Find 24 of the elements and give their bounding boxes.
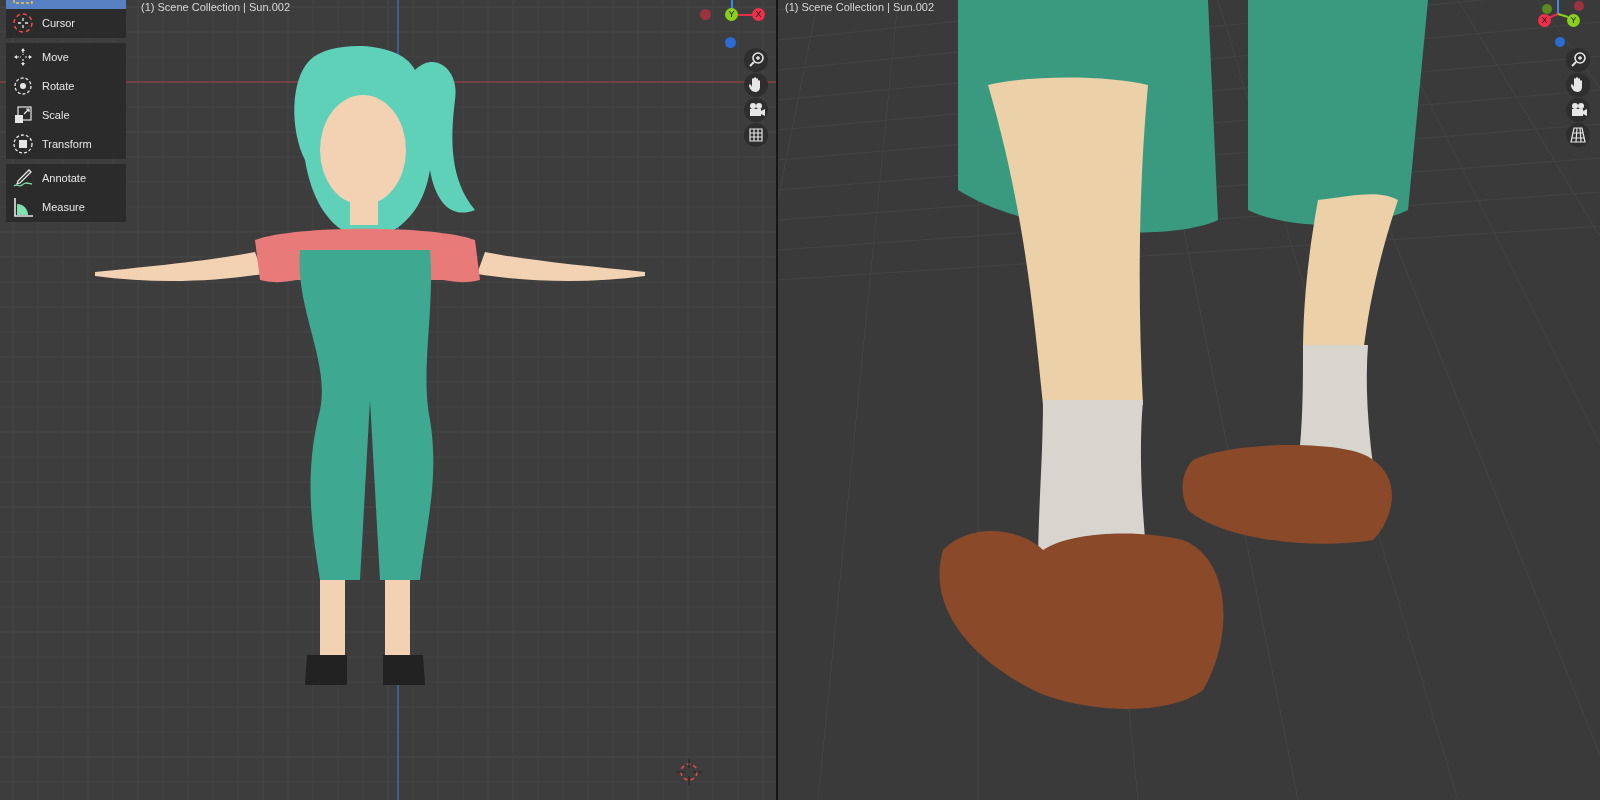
scale-squares-icon	[12, 104, 34, 126]
viewport[interactable]: (1) Scene Collection | Sun.002 Cursor Move Rotate Scale Transform Annotate Measure Y X	[0, 0, 776, 800]
ruler-protractor-icon	[12, 196, 34, 218]
x-axis-handle[interactable]: X	[752, 8, 765, 21]
viewport-header-text: (1) Scene Collection | Sun.002	[141, 0, 290, 14]
axis-lines-icon	[731, 0, 753, 17]
grid-icon[interactable]	[744, 123, 768, 147]
viewport[interactable]: (1) Scene Collection | Sun.002 X Y	[778, 0, 1600, 800]
rotate-arrows-icon	[12, 75, 34, 97]
pencil-squiggle-icon	[12, 167, 34, 189]
hand-icon[interactable]	[1566, 73, 1590, 97]
y-axis-handle[interactable]: Y	[725, 8, 738, 21]
four-arrows-icon	[12, 46, 34, 68]
x-axis-handle[interactable]: X	[1538, 14, 1551, 27]
hand-icon[interactable]	[744, 73, 768, 97]
perspective-grid-icon[interactable]	[1566, 123, 1590, 147]
viewport-header-text: (1) Scene Collection | Sun.002	[785, 0, 934, 14]
zoom-icon[interactable]	[1566, 48, 1590, 72]
camera-icon[interactable]	[1566, 98, 1590, 122]
crosshair-icon	[676, 759, 702, 785]
camera-icon[interactable]	[744, 98, 768, 122]
zoom-icon[interactable]	[744, 48, 768, 72]
crosshair-circle-icon	[12, 12, 34, 34]
y-axis-handle[interactable]: Y	[1567, 14, 1580, 27]
